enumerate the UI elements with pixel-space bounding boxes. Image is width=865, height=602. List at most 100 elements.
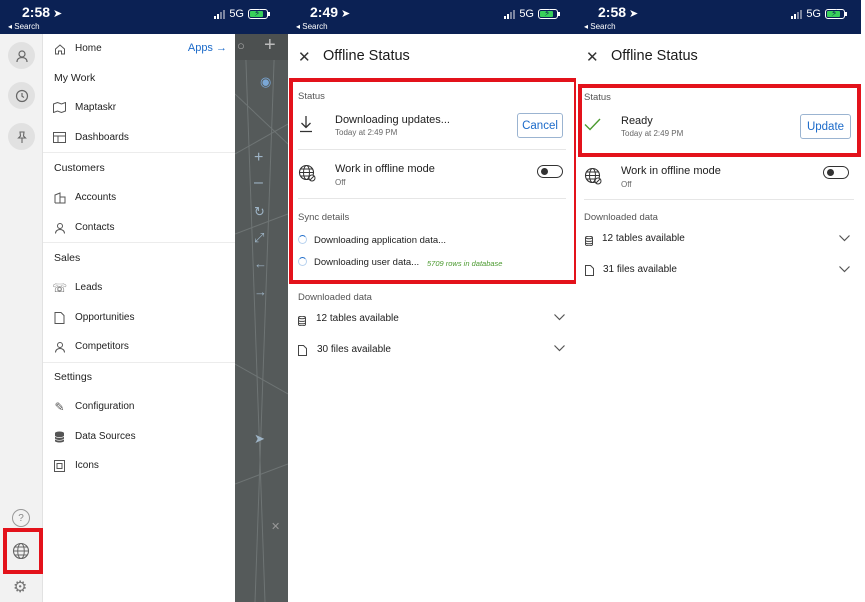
zoom-in-icon[interactable]: + (254, 149, 263, 167)
search-icon[interactable]: ○ (237, 38, 245, 53)
nav-item-opportunities[interactable]: Opportunities (53, 311, 134, 324)
section-sales: Sales (54, 252, 81, 264)
close-icon[interactable]: ✕ (586, 48, 599, 66)
file-icon (585, 263, 594, 281)
nav-label-data-sources: Data Sources (75, 431, 136, 442)
nav-item-contacts[interactable]: Contacts (53, 221, 114, 234)
files-available: 30 files available (317, 344, 391, 355)
signal-icon (214, 9, 226, 19)
highlight-offline-button (3, 528, 43, 574)
dashboard-icon (53, 131, 66, 144)
nav-label-contacts: Contacts (75, 222, 115, 233)
close-icon[interactable]: ✕ (298, 48, 311, 66)
settings-gear-icon[interactable]: ⚙ (13, 577, 27, 597)
nav-label-maptaskr: Maptaskr (75, 102, 117, 113)
battery-icon: ⚡ (248, 8, 270, 19)
chevron-down-icon[interactable] (839, 233, 850, 245)
nav-item-configuration[interactable]: ✎ Configuration (53, 399, 134, 414)
section-customers: Customers (54, 162, 105, 174)
status-bar: 2:49 ➤ ◂ Search 5G ⚡ (288, 0, 576, 34)
offline-status-ready-screen: 2:58 ➤ ◂ Search 5G ⚡ ✕ Offline Status Sta… (576, 0, 865, 602)
location-arrow-icon: ➤ (53, 8, 63, 20)
divider (43, 362, 235, 363)
nav-item-icons[interactable]: Icons (53, 459, 99, 472)
nav-label-opportunities: Opportunities (75, 312, 135, 323)
offline-globe-icon (584, 167, 602, 190)
map-roads (235, 34, 288, 602)
nav-label-leads: Leads (75, 282, 103, 293)
nav-item-maptaskr[interactable]: Maptaskr (53, 101, 116, 114)
database-icon (585, 233, 593, 251)
map-icon (53, 101, 66, 114)
database-icon (298, 313, 306, 331)
status-bar: 2:58 ➤ ◂ Search 5G ⚡ (576, 0, 861, 34)
nav-label-dashboards: Dashboards (75, 132, 129, 143)
refresh-icon[interactable]: ↻ (254, 204, 265, 220)
tables-available: 12 tables available (316, 313, 399, 324)
offline-mode-toggle[interactable] (823, 166, 849, 179)
chevron-down-icon[interactable] (554, 312, 565, 324)
clock: 2:49 ➤ (310, 4, 351, 20)
contact-person-icon (53, 221, 66, 234)
chevron-down-icon[interactable] (554, 343, 565, 355)
tables-available: 12 tables available (602, 233, 685, 244)
clock: 2:58 ➤ (22, 4, 63, 20)
image-icon (53, 459, 66, 472)
back-arrow-icon[interactable]: ← (254, 256, 267, 271)
database-icon (53, 430, 66, 443)
chevron-down-icon[interactable] (839, 264, 850, 276)
back-to-search-link[interactable]: ◂ Search (584, 22, 616, 31)
downloaded-data-label: Downloaded data (298, 292, 372, 303)
back-to-search-link[interactable]: ◂ Search (296, 22, 328, 31)
recent-clock-icon[interactable] (8, 82, 35, 109)
close-map-icon[interactable]: ✕ (271, 520, 280, 533)
section-settings: Settings (54, 371, 92, 383)
nav-item-competitors[interactable]: Competitors (53, 340, 129, 353)
header: ✕ Offline Status (288, 34, 576, 80)
nav-item-dashboards[interactable]: Dashboards (53, 131, 129, 144)
page-title: Offline Status (611, 48, 698, 64)
battery-icon: ⚡ (538, 8, 560, 19)
divider (43, 152, 235, 153)
page-title: Offline Status (323, 48, 410, 64)
apps-link[interactable]: Apps → (188, 42, 227, 54)
phone-icon: ☏ (52, 280, 68, 295)
back-to-search-link[interactable]: ◂ Search (8, 22, 40, 31)
nav-item-accounts[interactable]: Accounts (53, 191, 116, 204)
files-available: 31 files available (603, 264, 677, 275)
clock: 2:58 ➤ (598, 4, 639, 20)
signal-icon (504, 9, 516, 19)
nav-item-leads[interactable]: ☏ Leads (52, 280, 103, 295)
nav-item-data-sources[interactable]: Data Sources (53, 430, 136, 443)
add-icon[interactable]: + (264, 34, 276, 57)
divider (584, 199, 854, 200)
nav-label-competitors: Competitors (75, 341, 129, 352)
profile-icon[interactable] (8, 42, 35, 69)
help-icon[interactable]: ? (12, 509, 30, 527)
divider (43, 242, 235, 243)
forward-arrow-icon[interactable]: → (254, 284, 267, 299)
signal-icon (791, 9, 803, 19)
header: ✕ Offline Status (576, 34, 865, 80)
expand-icon[interactable]: ⤢ (254, 230, 264, 246)
locate-icon[interactable]: ➤ (254, 431, 265, 447)
highlight-status-section (289, 78, 578, 284)
document-icon (53, 311, 66, 324)
side-rail: ? ⚙ (0, 34, 43, 602)
section-my-work: My Work (54, 72, 96, 84)
downloaded-data-label: Downloaded data (584, 212, 658, 223)
zoom-out-icon[interactable]: – (254, 174, 263, 192)
file-icon (298, 343, 307, 361)
pencil-icon: ✎ (54, 399, 65, 414)
pin-icon[interactable] (8, 123, 35, 150)
network-type: 5G (229, 8, 244, 20)
navigation-menu: Home Apps → My Work Maptaskr Dashboards … (43, 34, 235, 602)
globe-layer-icon[interactable]: ◉ (260, 74, 271, 90)
network-type: 5G (806, 8, 821, 20)
nav-item-home[interactable]: Home (53, 42, 102, 55)
nav-label-icons: Icons (75, 460, 99, 471)
nav-label-accounts: Accounts (75, 192, 117, 203)
home-icon (53, 42, 66, 55)
arrow-right-icon: → (216, 42, 227, 54)
map-background: ○ + ◉ + – ↻ ⤢ ← → ➤ ✕ (235, 34, 288, 602)
